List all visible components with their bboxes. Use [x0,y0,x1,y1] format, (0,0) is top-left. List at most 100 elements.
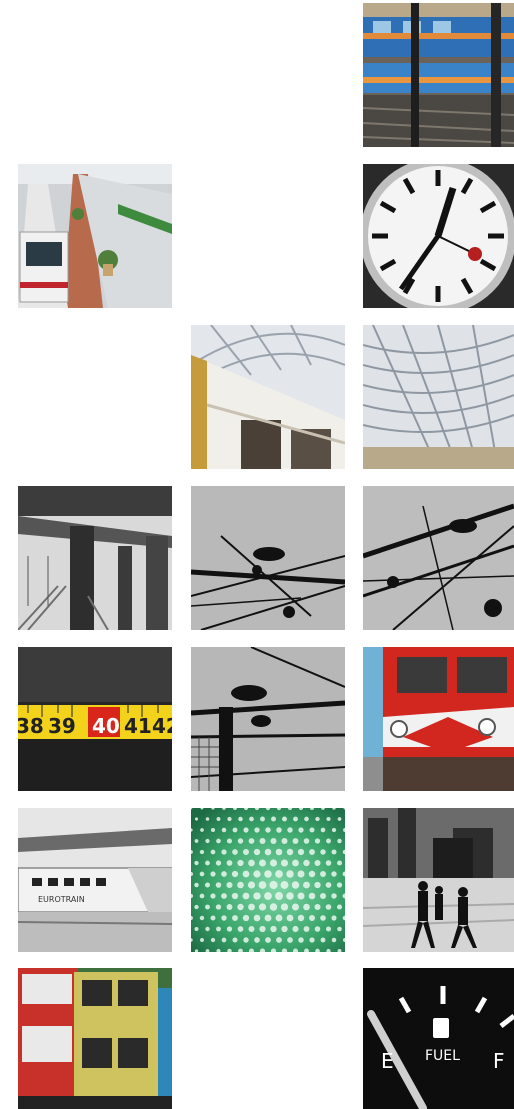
photo-green-pattern[interactable] [191,808,345,952]
pattern-dot [271,816,276,822]
pattern-dot [248,903,255,911]
overhead-wires-2-image [363,486,514,630]
tape-number-42: 42 [152,714,172,738]
gauge-empty-label: E [381,1049,394,1073]
pattern-dot [337,926,342,932]
blue-train-reflection-image [363,3,514,147]
pattern-dot [215,860,222,866]
photo-overhead-wires-pole[interactable] [191,647,345,791]
pattern-dot [210,915,216,921]
pattern-dot [281,837,288,845]
pattern-dot [282,816,287,822]
pattern-dot [210,849,216,855]
pattern-dot [325,860,332,866]
pattern-dot [297,870,305,878]
photo-vintage-buses[interactable] [18,968,172,1109]
pattern-dot [292,925,299,933]
pattern-dot [231,870,239,878]
pattern-dot [237,926,244,932]
pattern-dot [331,937,337,943]
pattern-dot [331,871,337,877]
pattern-dot [280,859,289,867]
photo-glass-canopy-arches[interactable] [363,325,514,469]
photo-red-locomotive[interactable] [363,647,514,791]
pattern-dot [314,860,321,866]
pattern-dot [280,903,289,911]
pattern-dot [287,937,293,943]
pattern-dot [232,849,238,855]
photo-overhead-wires-1[interactable] [191,486,345,630]
pattern-dot [286,892,294,900]
photo-overhead-wires-2[interactable] [363,486,514,630]
pattern-dot [237,881,244,889]
photo-train-glass-canopy[interactable] [191,325,345,469]
pattern-dot [314,838,321,844]
photo-elevated-railway-bw[interactable] [18,486,172,630]
pattern-dot [242,892,250,900]
pattern-dot [221,893,227,899]
pattern-dot [226,904,233,910]
pattern-dot [210,871,216,877]
pattern-dot [325,926,332,932]
pattern-dot [248,838,255,844]
pattern-dot [226,860,233,866]
pattern-dot [292,838,299,844]
overhead-wires-1-image [191,486,345,630]
pattern-dot [221,849,227,855]
photo-pedestrians-crossing[interactable] [363,808,514,952]
pattern-dot [237,859,244,867]
pattern-dot [275,914,283,922]
pattern-dot [292,859,299,867]
pattern-dot [269,880,278,890]
pattern-dot [248,925,255,933]
pattern-dot [259,925,266,933]
pattern-dot [325,882,332,888]
pattern-dot [254,827,260,833]
pattern-dot [331,893,337,899]
pattern-dot [243,937,249,943]
pattern-dot [194,860,199,866]
pattern-dot [309,827,315,833]
photo-blue-train-reflection[interactable] [363,3,514,147]
pattern-dot [275,892,283,900]
pattern-dot [264,892,272,900]
pattern-dot [210,827,216,833]
pattern-dot [320,871,326,877]
pattern-dot [215,882,222,888]
photo-bw-train-station[interactable]: EUROTRAIN [18,808,172,952]
pattern-dot [320,937,326,943]
photo-tape-measure[interactable]: 38 39 40 41 42 [18,647,172,791]
pattern-dot [205,838,210,844]
pattern-dot [200,938,204,942]
pattern-dot [205,882,210,888]
pattern-dot [314,926,321,932]
pattern-dot [221,871,227,877]
pattern-dot [275,870,283,878]
pattern-dot [275,848,283,856]
pattern-dot [303,926,310,932]
elevated-railway-bw-image [18,486,172,630]
pattern-dot [303,838,310,844]
photo-trains-at-platform[interactable] [18,164,172,308]
glass-canopy-arches-image [363,325,514,469]
train-text: EUROTRAIN [38,895,85,904]
pattern-dot [243,827,249,833]
pattern-dot [320,915,326,921]
pattern-dot [309,849,315,855]
pattern-dot [287,827,293,833]
photo-fuel-gauge[interactable]: FUEL E F [363,968,514,1109]
pattern-dot [297,914,305,922]
pattern-dot [260,816,265,822]
photo-station-clock[interactable] [363,164,514,308]
pattern-dot [216,926,221,932]
pattern-dot [286,848,294,856]
pattern-dot [194,904,199,910]
pattern-dot [199,915,205,921]
pattern-dot [226,838,233,844]
pattern-dot [326,838,331,844]
pattern-dot [308,892,316,900]
pattern-dot [265,827,271,833]
pattern-dot [293,816,298,822]
pattern-dot [336,882,343,888]
red-locomotive-image [363,647,514,791]
